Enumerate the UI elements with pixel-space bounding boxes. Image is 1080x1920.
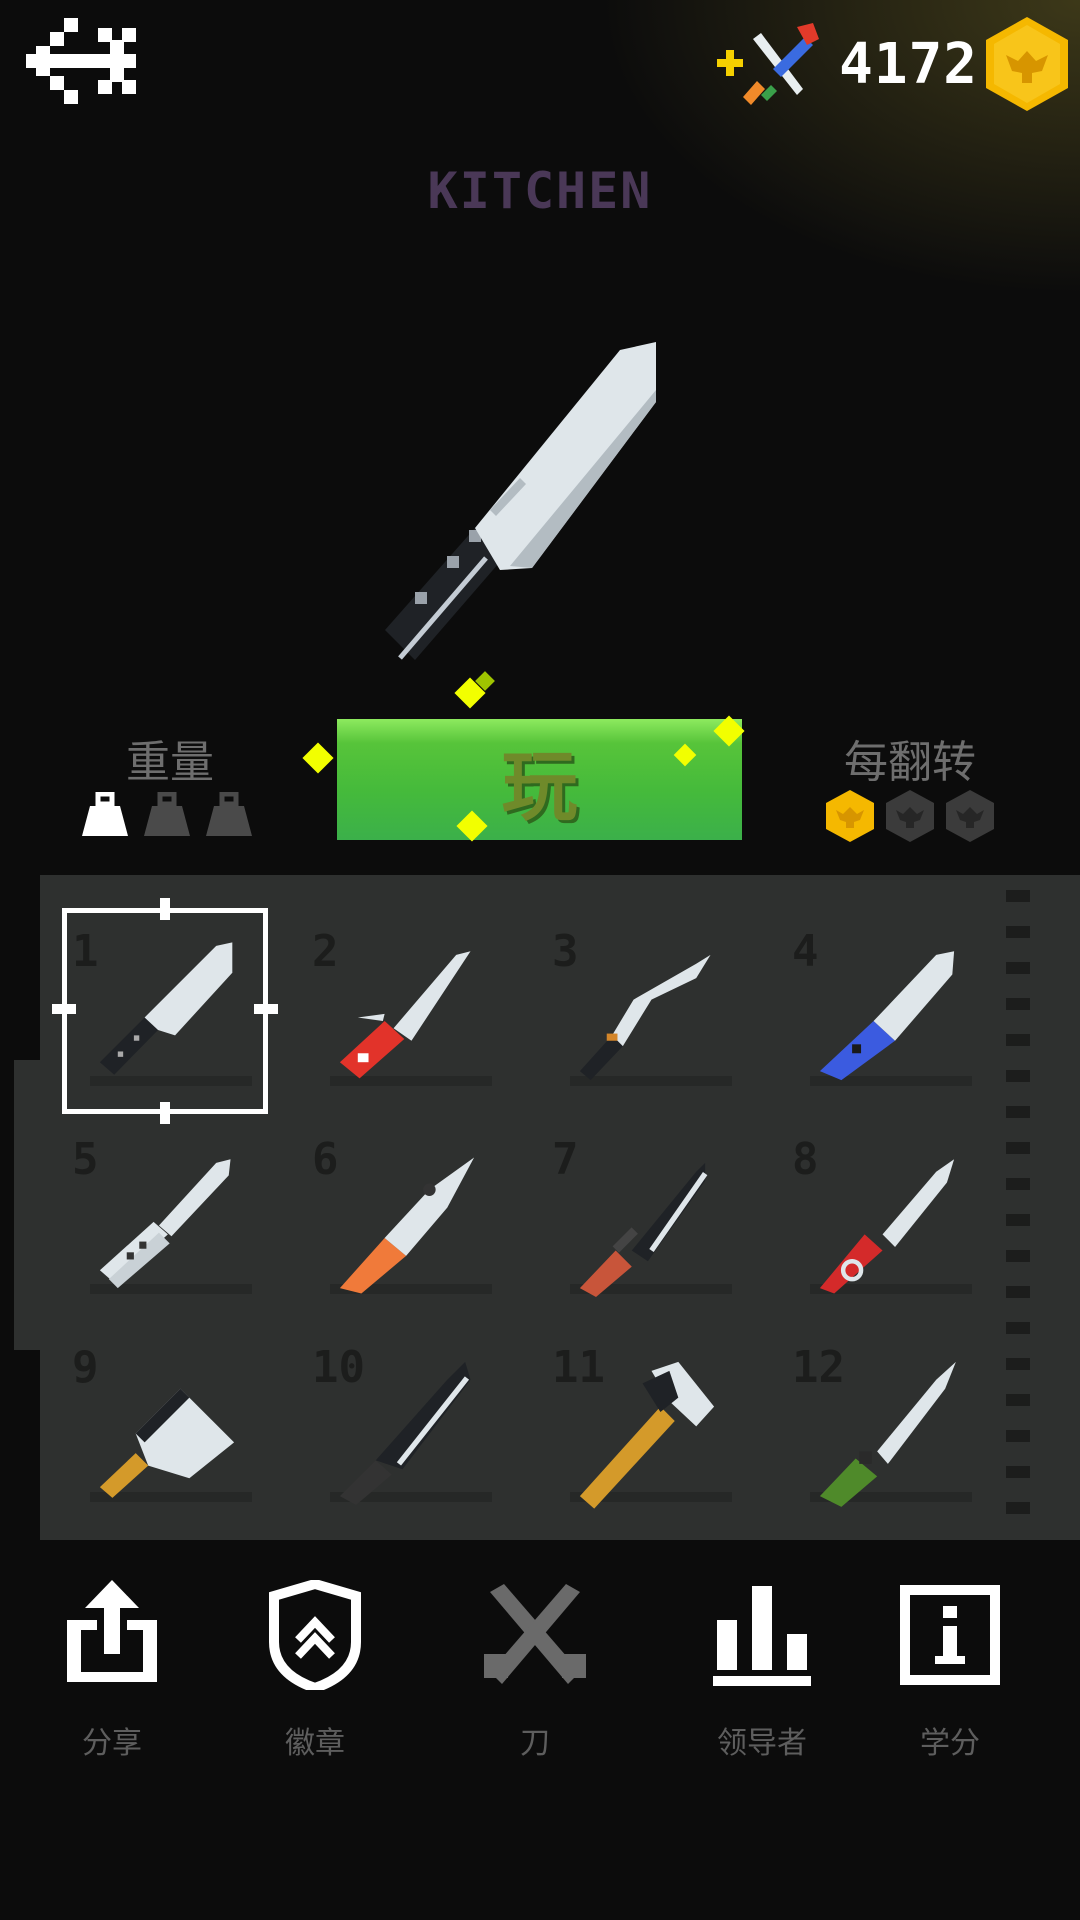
- hatchet-icon: [579, 1361, 715, 1509]
- knife-slot-7[interactable]: 7: [542, 1126, 742, 1316]
- eagle-coin-icon: [986, 17, 1068, 111]
- scrollbar-tick: [1006, 1502, 1030, 1514]
- scrollbar-tick: [1006, 1286, 1030, 1298]
- add-weapon-button[interactable]: [713, 19, 823, 109]
- nav-share[interactable]: 分享: [32, 1580, 192, 1770]
- nav-badge[interactable]: 徽章: [235, 1578, 395, 1770]
- karambit-icon: [819, 1159, 955, 1294]
- knife-slot-2[interactable]: 2: [302, 918, 502, 1108]
- eagle-medal-icon: [826, 790, 874, 842]
- knives-icon: [484, 1584, 586, 1684]
- cleaver-icon: [99, 1388, 235, 1498]
- selected-slot-frame: [62, 908, 268, 1114]
- scrollbar-tick: [1006, 1106, 1030, 1118]
- leaderboard-icon: [713, 1586, 811, 1686]
- coin-count: 4172: [839, 31, 978, 97]
- scrollbar-tick: [1006, 890, 1030, 902]
- nav-knives[interactable]: 刀: [455, 1580, 615, 1770]
- knife-slot-5[interactable]: 5: [62, 1126, 262, 1316]
- butterfly-knife-icon: [99, 1159, 231, 1289]
- currency-area: 4172: [713, 14, 1068, 114]
- knife-slot-8[interactable]: 8: [782, 1126, 982, 1316]
- weight-meter: [82, 792, 252, 836]
- scrollbar-tick: [1006, 1322, 1030, 1334]
- sparkle: [302, 742, 334, 774]
- scrollbar-tick: [1006, 1394, 1030, 1406]
- nav-label: 徽章: [285, 1726, 345, 1761]
- knife-slot-6[interactable]: 6: [302, 1126, 502, 1316]
- scrollbar-tick: [1006, 1466, 1030, 1478]
- nav-label: 领导者: [717, 1726, 807, 1761]
- back-arrow-icon: [26, 18, 136, 104]
- nav-label: 分享: [82, 1726, 142, 1761]
- knife-title: KITCHEN: [427, 162, 653, 220]
- badge-icon: [269, 1578, 361, 1694]
- knife-slot-4[interactable]: 4: [782, 918, 982, 1108]
- scrollbar-tick: [1006, 1430, 1030, 1442]
- eagle-medal-icon: [886, 790, 934, 842]
- frame-tick: [160, 898, 170, 920]
- nav-info[interactable]: 学分: [870, 1580, 1030, 1770]
- knife-slot-10[interactable]: 10: [302, 1334, 502, 1524]
- combat-knife-icon: [579, 1162, 708, 1298]
- weight-label: 重量: [126, 737, 214, 788]
- flip-reward-meter: [826, 790, 994, 842]
- per-flip-label: 每翻转: [844, 737, 976, 788]
- scrollbar-tick: [1006, 1178, 1030, 1190]
- knife-slot-3[interactable]: 3: [542, 918, 742, 1108]
- scrollbar-tick: [1006, 1358, 1030, 1370]
- kitchen-knife-preview-icon: [385, 342, 656, 660]
- weight-icon: [144, 792, 190, 836]
- scrollbar[interactable]: [1000, 880, 1036, 1530]
- scrollbar-tick: [1006, 1250, 1030, 1262]
- machete-icon: [339, 1361, 471, 1506]
- nav-leaderboard[interactable]: 领导者: [682, 1580, 842, 1770]
- frame-tick: [254, 1004, 278, 1014]
- info-icon: [900, 1585, 1000, 1685]
- eagle-medal-icon: [946, 790, 994, 842]
- scrollbar-tick: [1006, 1142, 1030, 1154]
- back-button[interactable]: [26, 18, 146, 104]
- scrollbar-tick: [1006, 962, 1030, 974]
- swiss-army-knife-icon: [339, 951, 471, 1079]
- scrollbar-tick: [1006, 998, 1030, 1010]
- scrollbar-tick: [1006, 1034, 1030, 1046]
- panel-tab: [14, 1060, 42, 1350]
- kukri-icon: [579, 954, 711, 1081]
- dagger-icon: [819, 1361, 956, 1507]
- knife-slot-11[interactable]: 11: [542, 1334, 742, 1524]
- knife-slot-12[interactable]: 12: [782, 1334, 982, 1524]
- plus-weapons-icon: [717, 23, 820, 105]
- nav-label: 刀: [520, 1726, 550, 1761]
- share-icon: [67, 1580, 157, 1682]
- orange-pocket-knife-icon: [339, 1157, 475, 1294]
- frame-tick: [52, 1004, 76, 1014]
- weight-icon: [82, 792, 128, 836]
- scrollbar-tick: [1006, 1214, 1030, 1226]
- scrollbar-tick: [1006, 1070, 1030, 1082]
- nav-label: 学分: [920, 1726, 980, 1761]
- frame-tick: [160, 1102, 170, 1124]
- blue-folding-knife-icon: [819, 951, 955, 1081]
- knife-slot-9[interactable]: 9: [62, 1334, 262, 1524]
- scrollbar-tick: [1006, 926, 1030, 938]
- play-button[interactable]: 玩: [337, 719, 742, 840]
- play-label: 玩: [501, 741, 578, 831]
- weight-icon: [206, 792, 252, 836]
